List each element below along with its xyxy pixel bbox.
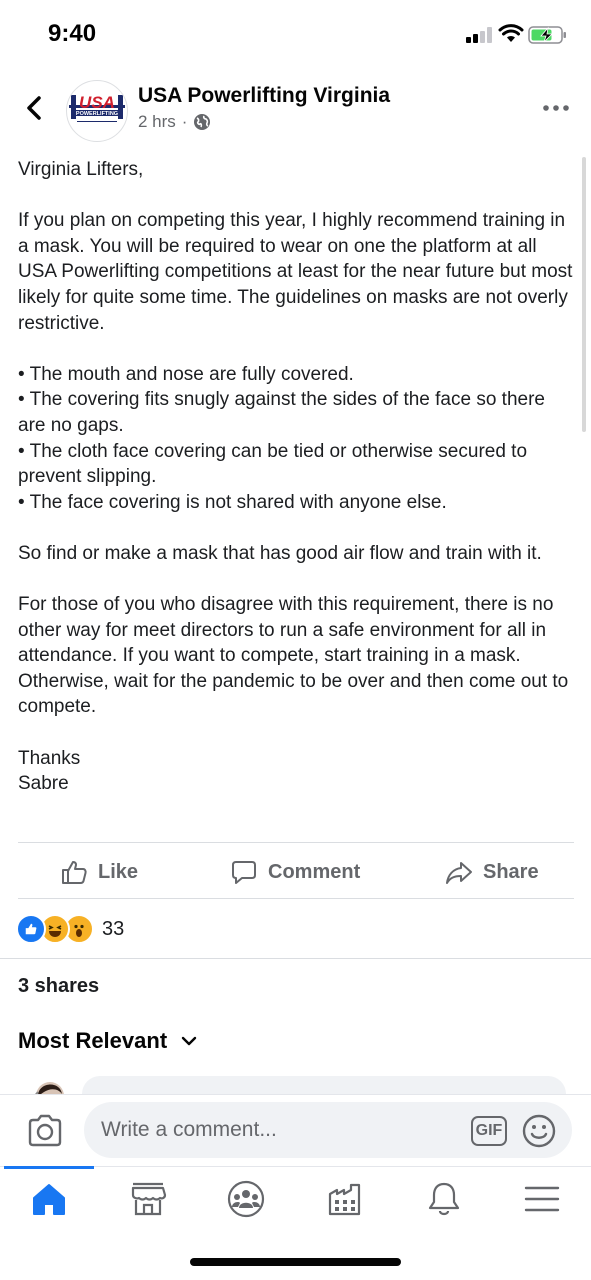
bullet-item: • The covering fits snugly against the s… bbox=[18, 389, 545, 436]
pages-icon[interactable] bbox=[325, 1180, 365, 1218]
share-button[interactable]: Share bbox=[445, 852, 539, 892]
emoji-icon[interactable] bbox=[522, 1114, 556, 1148]
reaction-count: 33 bbox=[102, 917, 125, 940]
page-name[interactable]: USA Powerlifting Virginia bbox=[138, 84, 390, 108]
marketplace-icon[interactable] bbox=[128, 1180, 168, 1218]
bullet-item: • The mouth and nose are fully covered. bbox=[18, 363, 354, 385]
post-signature: Sabre bbox=[18, 773, 69, 795]
like-label: Like bbox=[98, 860, 139, 883]
avatar-logo-text: USA bbox=[79, 93, 115, 112]
post-paragraph: Virginia Lifters, bbox=[18, 159, 144, 180]
shares-count[interactable]: 3 shares bbox=[18, 975, 99, 998]
meta-separator: · bbox=[181, 112, 188, 131]
wifi-icon bbox=[498, 24, 524, 42]
active-tab-indicator bbox=[4, 1166, 94, 1169]
globe-icon bbox=[194, 114, 211, 130]
post-timestamp[interactable]: 2 hrs bbox=[138, 112, 176, 132]
home-icon[interactable] bbox=[29, 1180, 69, 1218]
status-time: 9:40 bbox=[48, 20, 97, 47]
home-indicator[interactable] bbox=[190, 1258, 401, 1266]
like-button[interactable]: Like bbox=[60, 852, 138, 892]
share-icon bbox=[446, 862, 472, 884]
post-meta: 2 hrs · bbox=[138, 112, 211, 132]
post-signoff: Thanks bbox=[18, 747, 81, 769]
menu-icon[interactable] bbox=[522, 1180, 562, 1218]
status-bar: 9:40 bbox=[0, 0, 591, 70]
more-options-icon[interactable] bbox=[542, 98, 570, 118]
groups-icon[interactable] bbox=[226, 1180, 266, 1218]
avatar-logo-subtext: POWERLIFTING bbox=[76, 111, 118, 117]
post-paragraph: So find or make a mask that has good air… bbox=[18, 542, 542, 564]
like-reaction-icon bbox=[16, 914, 46, 944]
camera-icon[interactable] bbox=[26, 1113, 64, 1149]
reactions-summary[interactable]: 33 bbox=[16, 914, 124, 944]
post-paragraph: For those of you who disagree with this … bbox=[18, 594, 569, 718]
gif-button[interactable]: GIF bbox=[471, 1116, 507, 1146]
bullet-item: • The face covering is not shared with a… bbox=[18, 491, 447, 513]
post-body: Virginia Lifters, If you plan on competi… bbox=[18, 157, 574, 797]
comments-sort-label: Most Relevant bbox=[18, 1028, 168, 1053]
battery-icon bbox=[528, 26, 566, 44]
post-paragraph: If you plan on competing this year, I hi… bbox=[18, 210, 573, 334]
bullet-item: • The cloth face covering can be tied or… bbox=[18, 440, 528, 488]
divider bbox=[0, 958, 591, 959]
comment-label: Comment bbox=[268, 860, 361, 883]
divider bbox=[18, 842, 574, 843]
comment-button[interactable]: Comment bbox=[230, 852, 360, 892]
scrollbar[interactable] bbox=[582, 157, 586, 432]
divider bbox=[18, 898, 574, 899]
chevron-down-icon bbox=[181, 1036, 197, 1046]
usa-powerlifting-logo-icon: USA POWERLIFTING bbox=[69, 93, 125, 122]
comments-sort-dropdown[interactable]: Most Relevant bbox=[18, 1028, 197, 1054]
share-label: Share bbox=[483, 860, 539, 883]
notifications-icon[interactable] bbox=[424, 1180, 464, 1218]
cellular-signal-icon bbox=[466, 27, 494, 43]
page-avatar[interactable]: USA POWERLIFTING bbox=[66, 80, 128, 142]
back-button[interactable] bbox=[22, 94, 46, 122]
thumbs-up-icon bbox=[62, 861, 87, 884]
comment-icon bbox=[232, 861, 256, 884]
